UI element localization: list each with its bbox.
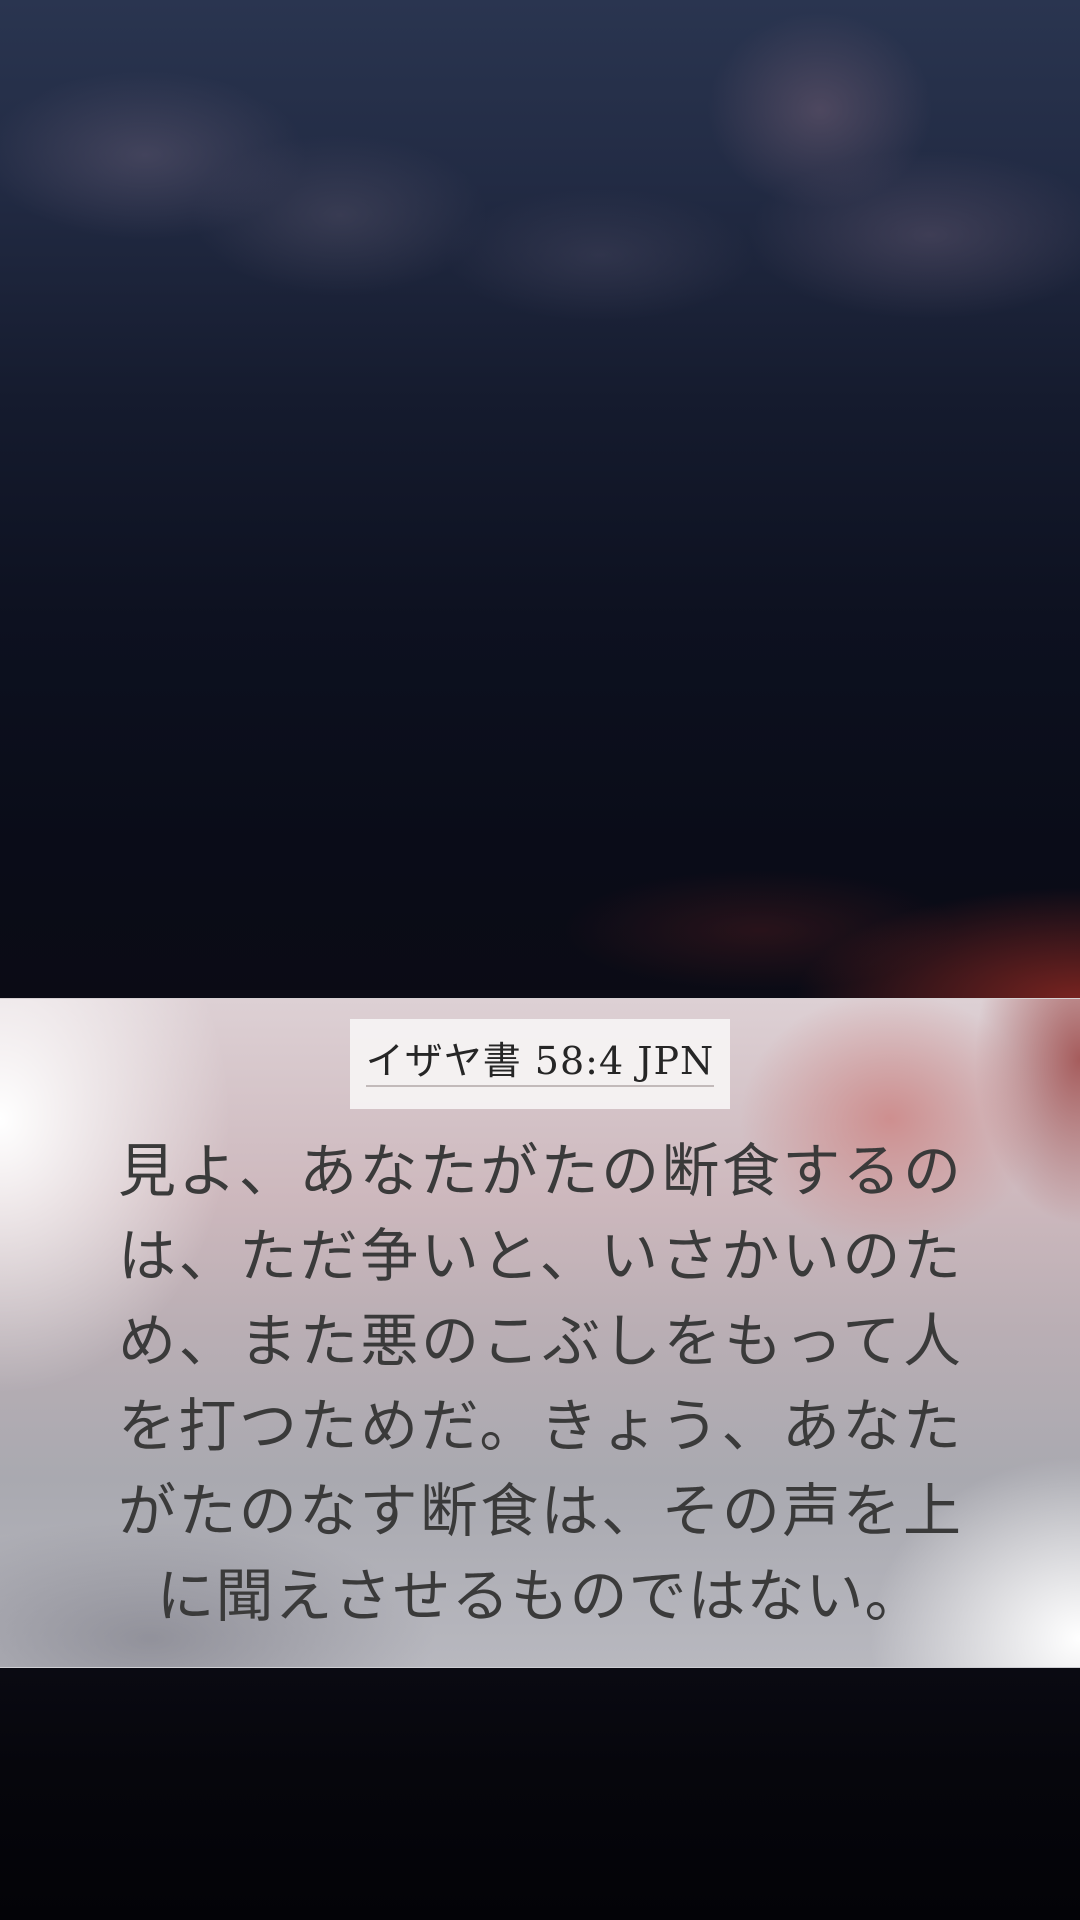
sky-background [0, 0, 1080, 998]
verse-reference: イザヤ書 58:4 JPN [365, 1040, 715, 1087]
verse-text: 見よ、あなたがたの断食するのは、ただ争いと、いさかいのため、また悪のこぶしをもっ… [118, 1137, 962, 1630]
verse-card: イザヤ書 58:4 JPN 見よ、あなたがたの断食するのは、ただ争いと、いさかい… [0, 998, 1080, 1668]
bottom-background [0, 1668, 1080, 1920]
reference-box: イザヤ書 58:4 JPN [350, 1019, 730, 1109]
